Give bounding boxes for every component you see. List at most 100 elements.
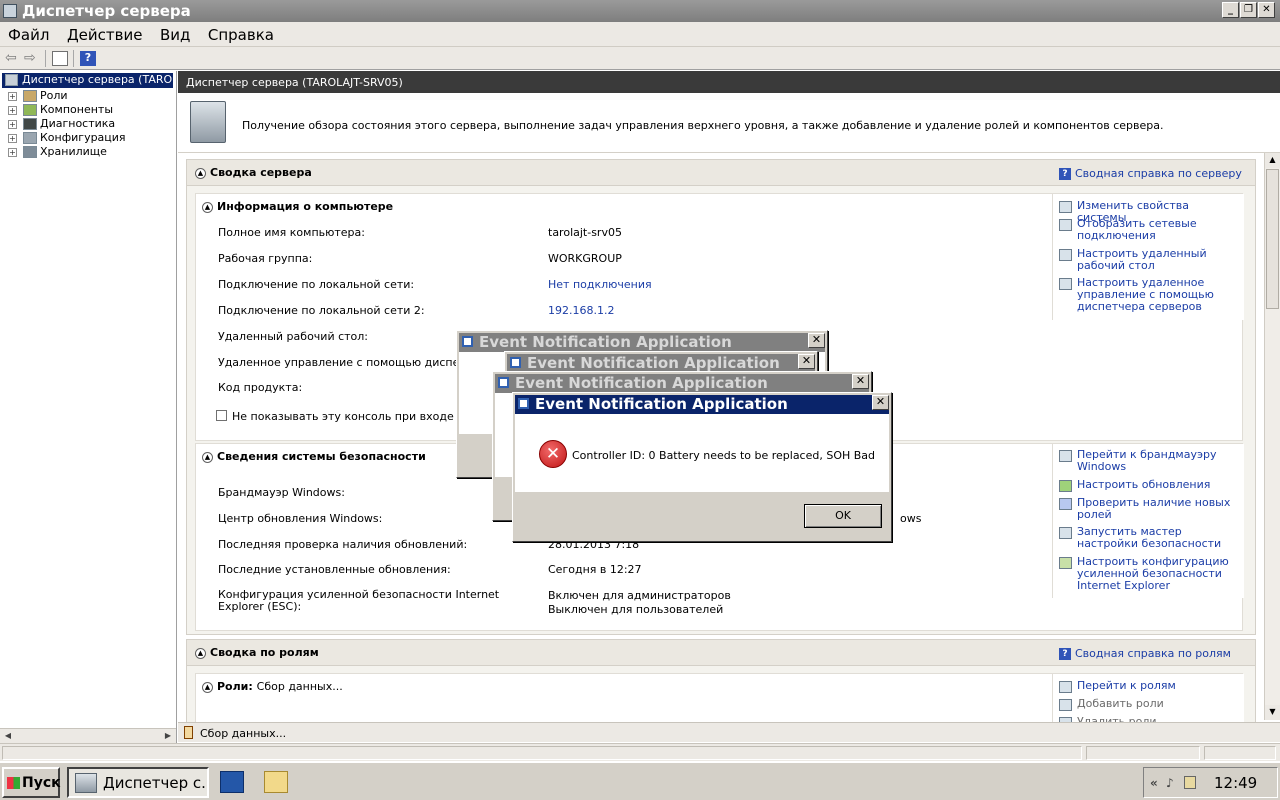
security-value: Сегодня в 12:27: [548, 563, 642, 576]
start-button[interactable]: Пуск: [2, 767, 61, 798]
tree-root-server-manager[interactable]: Диспетчер сервера (TAROLAJT-SRV05): [2, 73, 173, 88]
network-tray-icon[interactable]: [1184, 776, 1196, 789]
ok-button[interactable]: OK: [804, 504, 882, 528]
window-status-strip: [0, 743, 1280, 761]
help-icon[interactable]: ?: [80, 51, 96, 66]
tree-item-features[interactable]: + Компоненты: [8, 103, 113, 117]
scroll-up-arrow-icon[interactable]: ▲: [1265, 153, 1280, 168]
task-go-to-firewall[interactable]: Перейти к брандмауэру Windows: [1059, 449, 1239, 473]
menu-action[interactable]: Действие: [59, 22, 149, 44]
scroll-right-arrow-icon[interactable]: ▶: [161, 730, 175, 743]
system-tray: « ♪ 12:49: [1143, 767, 1278, 798]
console-tree: Диспетчер сервера (TAROLAJT-SRV05) + Роли…: [0, 71, 177, 743]
toolbar-separator: [73, 50, 74, 67]
clock[interactable]: 12:49: [1214, 774, 1257, 792]
expand-icon[interactable]: +: [8, 105, 17, 115]
scroll-down-arrow-icon[interactable]: ▼: [1265, 705, 1280, 720]
info-value-link[interactable]: Нет подключения: [548, 278, 652, 291]
details-header: Диспетчер сервера (TAROLAJT-SRV05): [178, 71, 1280, 93]
task-run-security-wizard[interactable]: Запустить мастер настройки безопасности: [1059, 526, 1239, 550]
add-roles-icon: [1059, 699, 1072, 711]
dialog-close-button[interactable]: ✕: [852, 374, 869, 389]
info-label: Удаленный рабочий стол:: [218, 330, 369, 343]
back-arrow-icon[interactable]: ⇦: [5, 51, 21, 66]
tree-item-roles[interactable]: + Роли: [8, 89, 68, 103]
collapse-icon[interactable]: ▲: [202, 451, 213, 463]
server-summary-header[interactable]: ▲ Сводка сервера ? Сводная справка по серв…: [187, 160, 1255, 186]
info-value: tarolajt-srv05: [548, 226, 622, 239]
scroll-left-arrow-icon[interactable]: ◀: [1, 730, 15, 743]
info-label: Удаленное управление с помощью диспетчер…: [218, 356, 493, 369]
details-vertical-scrollbar[interactable]: ▲ ▼: [1264, 153, 1280, 720]
task-label: Перейти к ролям: [1077, 679, 1176, 692]
collapse-icon[interactable]: ▲: [202, 681, 213, 693]
app-icon: [462, 336, 473, 347]
scroll-thumb[interactable]: [1266, 169, 1279, 309]
task-configure-updates[interactable]: Настроить обновления: [1059, 479, 1239, 492]
expand-icon[interactable]: +: [8, 147, 17, 157]
powershell-icon[interactable]: [220, 771, 244, 793]
tree-horizontal-scrollbar[interactable]: ◀ ▶: [0, 728, 176, 743]
tree-item-storage[interactable]: + Хранилище: [8, 145, 107, 159]
roles-summary-title: Сводка по ролям: [210, 646, 319, 659]
info-value-link[interactable]: 192.168.1.2: [548, 304, 614, 317]
task-go-to-roles[interactable]: Перейти к ролям: [1059, 679, 1239, 693]
taskbar-item-label: Диспетчер с...: [103, 774, 209, 792]
info-label: Подключение по локальной сети 2:: [218, 304, 425, 317]
expand-icon[interactable]: +: [8, 119, 17, 129]
minimize-button[interactable]: _: [1222, 2, 1239, 18]
dialog-close-button[interactable]: ✕: [798, 354, 815, 369]
menu-view[interactable]: Вид: [152, 22, 196, 44]
dialog-title: Event Notification Application: [479, 333, 732, 351]
dialog-close-button[interactable]: ✕: [872, 395, 889, 410]
menu-bar: Файл Действие Вид Справка: [0, 22, 1280, 47]
ie-esc-icon: [1059, 557, 1072, 569]
collapse-icon[interactable]: ▲: [202, 201, 213, 213]
server-summary-help-link[interactable]: ? Сводная справка по серверу: [1059, 167, 1242, 180]
features-icon: [23, 104, 37, 116]
taskbar-server-manager[interactable]: Диспетчер с...: [67, 767, 209, 798]
roles-summary-header[interactable]: ▲ Сводка по ролям ? Сводная справка по рол…: [187, 640, 1255, 666]
expand-icon[interactable]: +: [8, 91, 17, 101]
explorer-folder-icon[interactable]: [264, 771, 288, 793]
hide-console-label: Не показывать эту консоль при входе в си…: [232, 410, 493, 423]
task-configure-remote-management[interactable]: Настроить удаленное управление с помощью…: [1059, 277, 1239, 313]
security-label: Последние установленные обновления:: [218, 563, 451, 576]
roles-summary-help-link[interactable]: ? Сводная справка по ролям: [1059, 647, 1231, 660]
menu-help[interactable]: Справка: [200, 22, 280, 44]
window-titlebar[interactable]: Диспетчер сервера _ ❐ ✕: [0, 0, 1280, 22]
maximize-button[interactable]: ❐: [1240, 2, 1257, 18]
forward-arrow-icon[interactable]: ⇨: [24, 51, 40, 66]
menu-file[interactable]: Файл: [0, 22, 55, 44]
task-add-roles[interactable]: Добавить роли: [1059, 697, 1239, 711]
server-summary-title: Сводка сервера: [210, 166, 312, 179]
task-view-network-connections[interactable]: Отобразить сетевые подключения: [1059, 218, 1239, 242]
task-label: Настроить удаленное управление с помощью…: [1077, 276, 1214, 313]
show-hide-console-tree-icon[interactable]: [52, 51, 68, 66]
help-icon: ?: [1059, 648, 1071, 660]
server-manager-large-icon: [190, 101, 226, 143]
roles-label: Роли:: [217, 680, 253, 693]
task-configure-ie-esc[interactable]: Настроить конфигурацию усиленной безопас…: [1059, 556, 1239, 592]
windows-update-icon: [1059, 480, 1072, 492]
task-label: Добавить роли: [1077, 697, 1164, 710]
hide-console-checkbox[interactable]: [216, 410, 227, 421]
close-button[interactable]: ✕: [1258, 2, 1275, 18]
expand-icon[interactable]: +: [8, 133, 17, 143]
dialog-close-button[interactable]: ✕: [808, 333, 825, 348]
system-properties-icon: [1059, 201, 1072, 213]
tray-expand-icon[interactable]: «: [1150, 776, 1158, 790]
remote-desktop-icon: [1059, 249, 1072, 261]
event-notification-dialog-active[interactable]: Event Notification Application ✕ ✕ Contr…: [512, 392, 892, 542]
tree-item-label: Конфигурация: [40, 131, 126, 144]
collapse-icon[interactable]: ▲: [195, 647, 206, 659]
volume-icon[interactable]: ♪: [1166, 776, 1174, 790]
tree-item-configuration[interactable]: + Конфигурация: [8, 131, 126, 145]
task-check-new-roles[interactable]: Проверить наличие новых ролей: [1059, 497, 1239, 521]
tree-item-diagnostics[interactable]: + Диагностика: [8, 117, 115, 131]
task-configure-remote-desktop[interactable]: Настроить удаленный рабочий стол: [1059, 248, 1239, 272]
help-link-label: Сводная справка по ролям: [1075, 647, 1231, 660]
storage-icon: [23, 146, 37, 158]
collapse-icon[interactable]: ▲: [195, 167, 206, 179]
status-bar: Сбор данных...: [178, 722, 1280, 742]
